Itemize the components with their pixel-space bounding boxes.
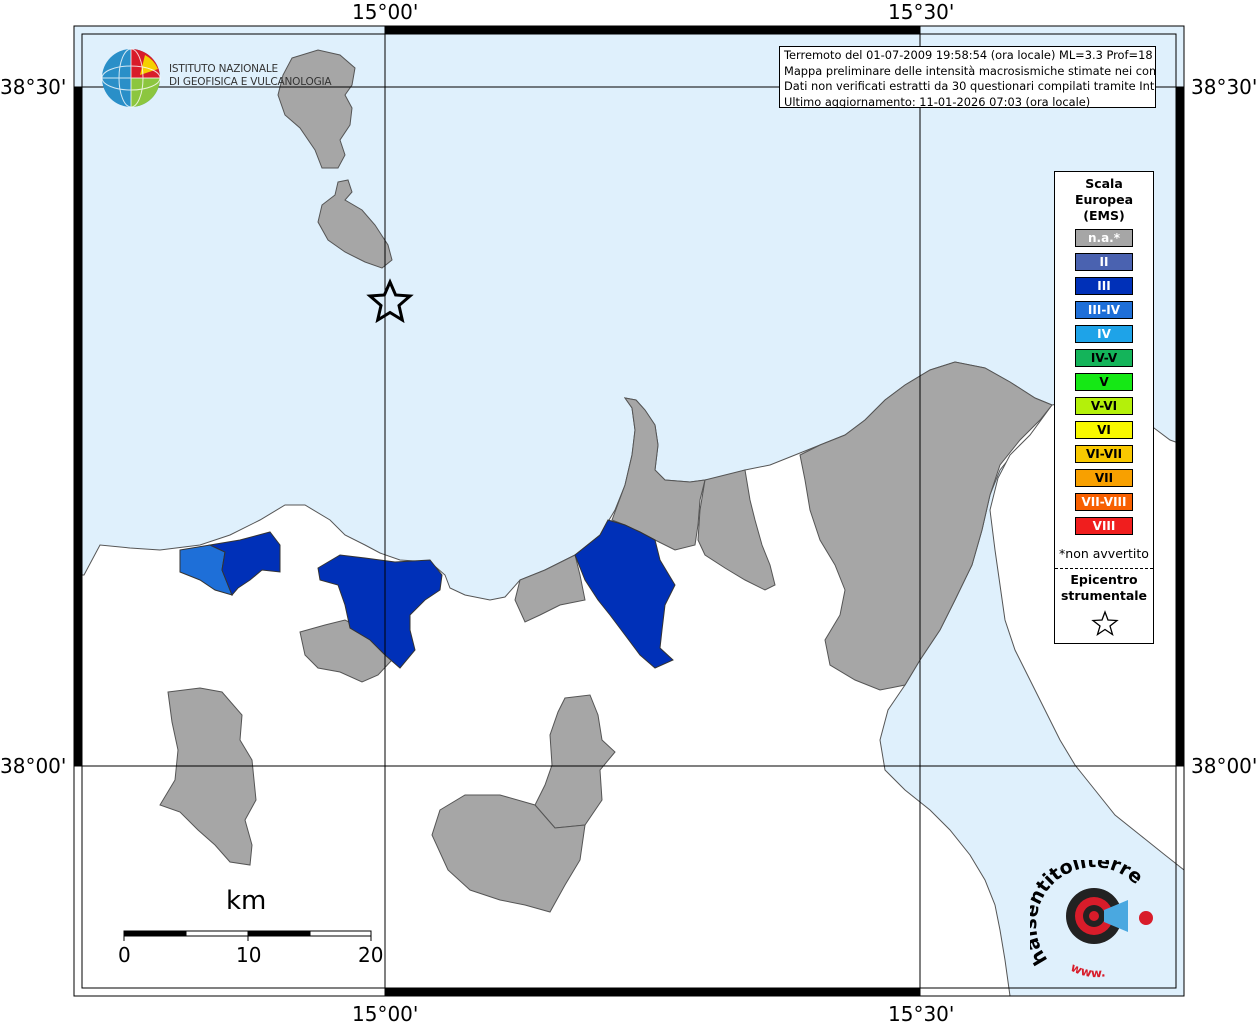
legend-swatch: VII-VIII xyxy=(1075,493,1133,511)
ingv-logo-line2: DI GEOFISICA E VULCANOLOGIA xyxy=(169,76,332,88)
legend-swatch: VII xyxy=(1075,469,1133,487)
ingv-logo-line1: ISTITUTO NAZIONALE xyxy=(169,63,278,75)
legend-swatch: IV-V xyxy=(1075,349,1133,367)
scale-label-20: 20 xyxy=(358,943,384,967)
lat-label-right-top: 38°30' xyxy=(1191,75,1256,99)
intensity-legend: Scala Europea (EMS) n.a.* II III III-IV IV IV… xyxy=(1054,171,1154,644)
legend-swatch: VI xyxy=(1075,421,1133,439)
globe-icon xyxy=(101,48,161,108)
scale-label-0: 0 xyxy=(118,943,131,967)
legend-separator xyxy=(1055,568,1153,569)
ingv-logo xyxy=(100,47,162,113)
scale-label-10: 10 xyxy=(236,943,262,967)
legend-swatch: n.a.* xyxy=(1075,229,1133,247)
haisentito-logo: haisentitoilterremoto.it www. xyxy=(1019,843,1170,984)
legend-title-line2: Europea xyxy=(1074,192,1134,207)
info-line-2: Mappa preliminare delle intensità macros… xyxy=(784,63,1156,78)
lon-label-bottom-left: 15°00' xyxy=(352,1002,419,1026)
legend-title-line3: (EMS) xyxy=(1083,208,1125,223)
lon-label-top-left: 15°00' xyxy=(352,0,419,24)
legend-title: Scala Europea (EMS) xyxy=(1055,176,1153,224)
legend-swatch: V xyxy=(1075,373,1133,391)
legend-swatch: III-IV xyxy=(1075,301,1133,319)
legend-swatch: VI-VII xyxy=(1075,445,1133,463)
lon-label-top-right: 15°30' xyxy=(888,0,955,24)
legend-swatch: III xyxy=(1075,277,1133,295)
info-line-1: Terremoto del 01-07-2009 19:58:54 (ora l… xyxy=(784,48,1156,62)
legend-swatch: VIII xyxy=(1075,517,1133,535)
legend-epicenter-label: Epicentro strumentale xyxy=(1055,572,1153,604)
legend-swatch: V-VI xyxy=(1075,397,1133,415)
info-line-4: Ultimo aggiornamento: 11-01-2026 07:03 (… xyxy=(784,94,1091,108)
lat-label-right-bottom: 38°00' xyxy=(1191,754,1256,778)
earthquake-info-box: Terremoto del 01-07-2009 19:58:54 (ora l… xyxy=(779,46,1156,108)
legend-swatch: IV xyxy=(1075,325,1133,343)
seismograph-logo-icon: haisentitoilterremoto.it www. xyxy=(1019,843,1153,980)
legend-swatch: II xyxy=(1075,253,1133,271)
info-line-3: Dati non verificati estratti da 30 quest… xyxy=(784,79,1156,93)
legend-title-line1: Scala xyxy=(1085,176,1123,191)
ingv-logo-text: ISTITUTO NAZIONALE DI GEOFISICA E VULCAN… xyxy=(169,63,332,89)
site-logo-prefix: www. xyxy=(1069,960,1107,980)
lat-label-left-bottom: 38°00' xyxy=(0,754,67,778)
legend-epicenter-line1: Epicentro xyxy=(1070,572,1138,587)
star-icon xyxy=(1091,610,1119,636)
lon-label-bottom-right: 15°30' xyxy=(888,1002,955,1026)
lat-label-left-top: 38°30' xyxy=(0,75,67,99)
scale-unit: km xyxy=(226,886,267,916)
legend-epicenter-line2: strumentale xyxy=(1060,588,1148,603)
legend-note: *non avvertito xyxy=(1059,546,1149,561)
